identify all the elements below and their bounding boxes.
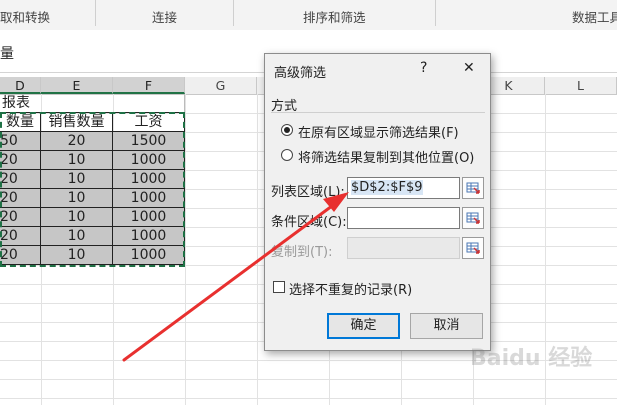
dialog-title: 高级筛选 <box>274 66 327 81</box>
close-button[interactable]: ✕ <box>463 60 475 76</box>
table-cell[interactable]: 20 <box>0 227 41 246</box>
header-cell-quantity[interactable]: 数量 <box>0 113 41 132</box>
table-cell[interactable]: 1500 <box>113 132 185 151</box>
radio-in-place[interactable] <box>281 124 293 136</box>
unique-records-checkbox[interactable] <box>273 281 285 293</box>
ribbon-group-connections[interactable]: 连接 <box>152 7 177 26</box>
table-cell[interactable]: 10 <box>41 227 113 246</box>
table-cell[interactable]: 20 <box>0 189 41 208</box>
cancel-button[interactable]: 取消 <box>410 313 483 339</box>
ribbon-separator <box>233 0 234 26</box>
column-header-e[interactable]: E <box>41 77 113 94</box>
range-picker-icon <box>466 242 480 254</box>
sheet-title-cell[interactable]: 报表 <box>0 94 185 113</box>
ribbon-group-sort-filter[interactable]: 排序和筛选 <box>303 7 366 26</box>
ribbon-group-data-tools[interactable]: 数据工具 <box>572 7 617 26</box>
radio-copy-to[interactable] <box>281 149 293 161</box>
unique-records-label[interactable]: 选择不重复的记录(R) <box>289 279 412 298</box>
range-picker-icon <box>466 212 480 224</box>
section-divider <box>271 112 485 113</box>
radio-copy-to-label[interactable]: 将筛选结果复制到其他位置(O) <box>298 147 474 166</box>
gridline-horizontal <box>0 398 617 399</box>
advanced-filter-dialog: 高级筛选 ? ✕ 方式 在原有区域显示筛选结果(F) 将筛选结果复制到其他位置(… <box>264 53 491 351</box>
copy-to-picker-button[interactable] <box>462 237 484 259</box>
table-cell[interactable]: 10 <box>41 189 113 208</box>
table-cell[interactable]: 10 <box>41 208 113 227</box>
list-range-value: $D$2:$F$9 <box>351 180 423 195</box>
column-header-g[interactable]: G <box>185 77 257 94</box>
ok-button[interactable]: 确定 <box>327 313 400 339</box>
criteria-range-label: 条件区域(C): <box>271 215 347 230</box>
ribbon-group-get-transform[interactable]: 取和转换 <box>0 7 50 26</box>
help-button[interactable]: ? <box>420 60 427 76</box>
copy-to-label: 复制到(T): <box>271 245 333 260</box>
header-cell-sales-quantity[interactable]: 销售数量 <box>41 113 113 132</box>
table-cell[interactable]: 1000 <box>113 208 185 227</box>
gridline-vertical <box>257 94 258 405</box>
watermark-logo: Baidu 经验 <box>470 346 593 371</box>
table-cell[interactable]: 20 <box>0 208 41 227</box>
table-cell[interactable]: 10 <box>41 246 113 265</box>
formula-bar-text: 量 <box>0 46 14 62</box>
gridline-horizontal <box>0 379 617 380</box>
table-cell[interactable]: 10 <box>41 170 113 189</box>
table-cell[interactable]: 1000 <box>113 246 185 265</box>
list-range-input[interactable]: $D$2:$F$9 <box>347 177 460 199</box>
list-range-picker-button[interactable] <box>462 177 484 199</box>
ribbon: 取和转换 连接 排序和筛选 数据工具 <box>0 0 617 31</box>
gridline-vertical <box>185 94 186 405</box>
criteria-range-picker-button[interactable] <box>462 207 484 229</box>
column-header-l[interactable]: L <box>545 77 617 94</box>
table-cell[interactable]: 1000 <box>113 189 185 208</box>
table-cell[interactable]: 1000 <box>113 227 185 246</box>
table-cell[interactable]: 20 <box>0 246 41 265</box>
criteria-range-input[interactable] <box>347 207 460 229</box>
table-cell[interactable]: 20 <box>0 151 41 170</box>
table-cell[interactable]: 20 <box>0 170 41 189</box>
table-cell[interactable]: 1000 <box>113 151 185 170</box>
table-cell[interactable]: 10 <box>41 151 113 170</box>
list-range-label: 列表区域(L): <box>271 185 345 200</box>
ribbon-separator <box>435 0 436 26</box>
copy-to-input[interactable] <box>347 237 460 259</box>
column-header-d[interactable]: D <box>0 77 41 94</box>
table-cell[interactable]: 50 <box>0 132 41 151</box>
range-picker-icon <box>466 182 480 194</box>
ribbon-separator <box>95 0 96 26</box>
table-cell[interactable]: 1000 <box>113 170 185 189</box>
column-header-f[interactable]: F <box>113 77 185 94</box>
table-cell[interactable]: 20 <box>41 132 113 151</box>
radio-in-place-label[interactable]: 在原有区域显示筛选结果(F) <box>298 122 459 141</box>
header-cell-wage[interactable]: 工资 <box>113 113 185 132</box>
